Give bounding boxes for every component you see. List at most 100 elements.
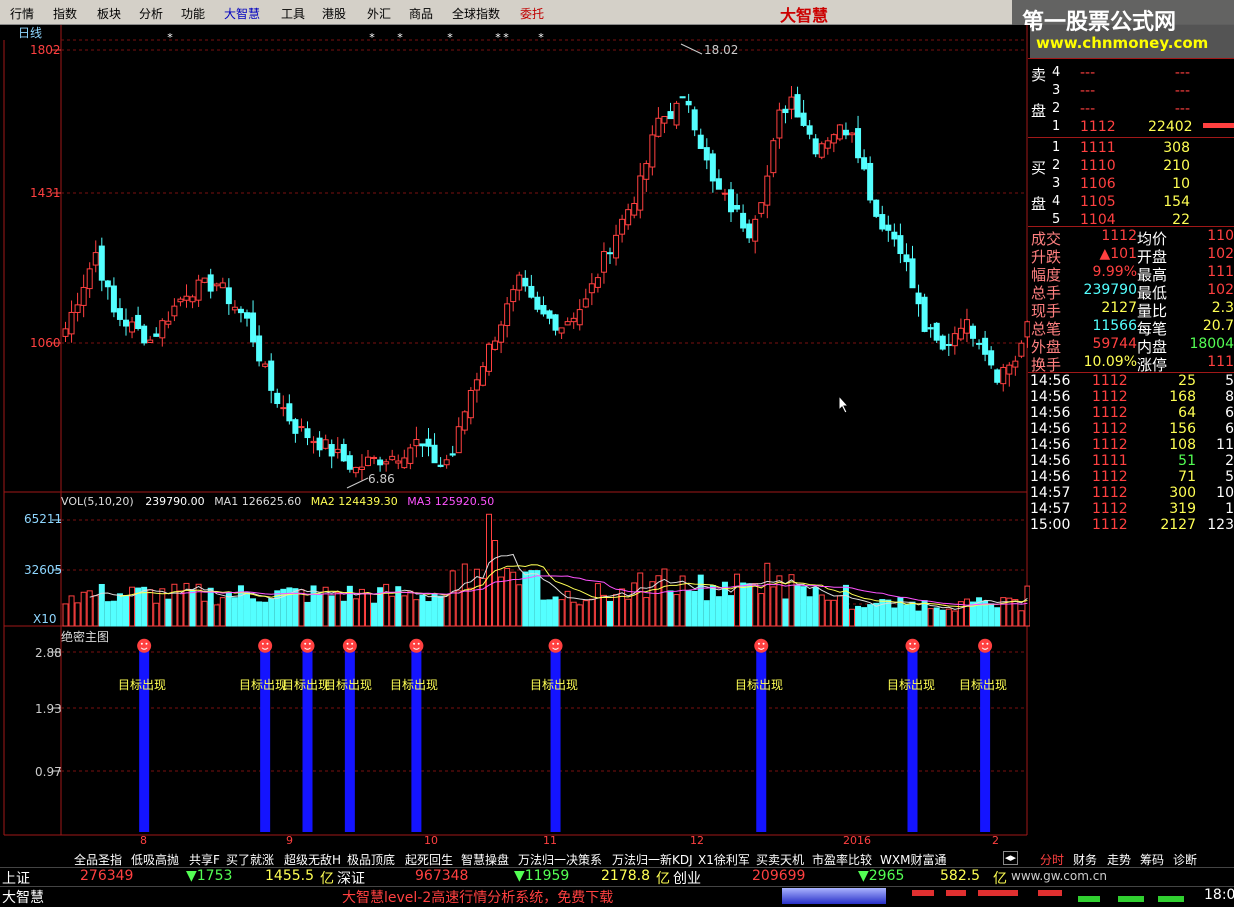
- sz-label[interactable]: 深证: [337, 868, 365, 888]
- right-tab[interactable]: 财务: [1073, 851, 1097, 868]
- signal-label: 目标出现: [887, 678, 936, 692]
- tick-time: 14:56: [1030, 469, 1071, 485]
- volume-bar: [62, 603, 69, 627]
- indicator-tab[interactable]: 超级无敌H: [284, 851, 341, 868]
- volume-bar: [431, 593, 438, 627]
- cy-change: ▼2965: [858, 868, 905, 884]
- indicator-tab[interactable]: 低吸高抛: [131, 851, 179, 868]
- volume-bar: [703, 600, 710, 627]
- site-url[interactable]: www.gw.com.cn: [1011, 869, 1107, 883]
- smiley-icon: [300, 638, 315, 653]
- volume-bar: [613, 594, 620, 627]
- tick-volume: 168: [1169, 389, 1196, 405]
- volume-bar: [268, 598, 275, 627]
- volume-bar: [691, 590, 698, 627]
- right-tab[interactable]: 筹码: [1140, 851, 1164, 868]
- tick-count: 1: [1225, 501, 1234, 517]
- menu-item[interactable]: 板块: [97, 5, 121, 22]
- menu-item[interactable]: 行情: [10, 5, 34, 22]
- menu-item[interactable]: 港股: [322, 5, 346, 22]
- period-label[interactable]: 日线: [18, 24, 42, 41]
- volume-bar: [371, 602, 378, 627]
- menu-item[interactable]: 工具: [281, 5, 305, 22]
- volume-bar: [709, 584, 716, 627]
- volume-bar: [891, 607, 898, 627]
- tick-volume: 71: [1178, 469, 1196, 485]
- volume-bar: [631, 582, 638, 627]
- svg-text:*: *: [397, 31, 403, 44]
- tick-price: 1112: [1092, 485, 1128, 501]
- stat-value: 2.3: [1211, 300, 1234, 316]
- volume-bar: [552, 596, 559, 627]
- stat-value: 2127: [1101, 300, 1137, 316]
- volume-bar: [903, 604, 910, 627]
- tab-scroll-arrows[interactable]: ◂▸: [1003, 851, 1019, 865]
- indicator-tab[interactable]: 智慧操盘: [461, 851, 509, 868]
- menu-item[interactable]: 委托: [520, 5, 544, 22]
- volume-bar: [467, 587, 474, 627]
- volume-bar: [383, 583, 390, 627]
- indicator-tab[interactable]: WXM财富通: [880, 851, 946, 868]
- sh-unit: 亿: [320, 871, 334, 887]
- menu-item[interactable]: 全球指数: [452, 5, 500, 22]
- sh-value: 276349: [80, 868, 134, 884]
- volume-bar: [153, 602, 160, 627]
- stat-value: 20.7: [1202, 318, 1234, 334]
- main-chart[interactable]: * * * * * * *: [0, 25, 1030, 850]
- menu-item[interactable]: 大智慧: [224, 5, 260, 22]
- indicator-tab[interactable]: 起死回生: [405, 851, 453, 868]
- volume-bar: [358, 588, 365, 627]
- sh-label[interactable]: 上证: [2, 868, 30, 888]
- volume-bar: [256, 601, 263, 627]
- volume-bar: [298, 589, 305, 627]
- x-tick: 12: [690, 834, 704, 847]
- ma3-label: MA3: [407, 495, 432, 508]
- orderbook-level: 2: [1052, 101, 1061, 116]
- indicator-tab[interactable]: 买卖天机: [756, 851, 804, 868]
- orderbook-level: 1: [1052, 140, 1061, 155]
- marquee-text: 大智慧level-2高速行情分析系统，免费下载: [342, 890, 614, 906]
- volume-bar: [812, 587, 819, 627]
- progress-strip: [782, 888, 886, 904]
- menu-item[interactable]: 指数: [53, 5, 77, 22]
- smiley-icon: [754, 638, 769, 653]
- indicator-tab[interactable]: 共享F: [189, 851, 220, 868]
- stat-value: 10.09%: [1083, 354, 1137, 370]
- indicator-tab[interactable]: 买了就涨: [226, 851, 274, 868]
- orderbook-side-label: 盘: [1031, 195, 1047, 213]
- volume-bar: [794, 585, 801, 627]
- indicator-tab[interactable]: 万法归一决策系: [518, 851, 602, 868]
- tick-price: 1112: [1092, 501, 1128, 517]
- volume-bar: [764, 562, 771, 627]
- indicator-tab[interactable]: 万法归一新KDJ: [612, 851, 693, 868]
- right-tab[interactable]: 诊断: [1173, 851, 1197, 868]
- indicator-tab[interactable]: 市盈率比较: [812, 851, 872, 868]
- candle: [818, 141, 825, 160]
- sell-price: ---: [1080, 83, 1096, 99]
- volume-bar: [244, 591, 250, 627]
- low-annotation: 6.86: [368, 472, 395, 486]
- volume-bar: [486, 513, 492, 627]
- indicator-tab[interactable]: 全品圣指: [74, 851, 122, 868]
- cy-unit: 亿: [993, 871, 1007, 887]
- tick-price: 1111: [1092, 453, 1128, 469]
- right-tab[interactable]: 走势: [1107, 851, 1131, 868]
- menu-item[interactable]: 商品: [409, 5, 433, 22]
- stat-value: 102: [1207, 246, 1234, 262]
- sz-amount: 2178.8: [601, 868, 650, 884]
- menu-item[interactable]: 外汇: [367, 5, 391, 22]
- orderbook-level: 4: [1052, 194, 1061, 209]
- volume-bar: [607, 600, 613, 627]
- volume-bar: [413, 599, 420, 627]
- volume-bar: [449, 570, 456, 627]
- indicator-tab[interactable]: X1徐利军: [698, 851, 750, 868]
- volume-bar: [528, 570, 535, 627]
- menu-item[interactable]: 功能: [181, 5, 205, 22]
- volume-bar: [522, 571, 529, 627]
- x-tick: 2: [992, 834, 999, 847]
- orderbook-level: 2: [1052, 158, 1061, 173]
- menu-item[interactable]: 分析: [139, 5, 163, 22]
- cy-label[interactable]: 创业: [673, 868, 701, 888]
- sell-pressure-bar: [1203, 123, 1234, 128]
- indicator-tab[interactable]: 极品顶底: [347, 851, 395, 868]
